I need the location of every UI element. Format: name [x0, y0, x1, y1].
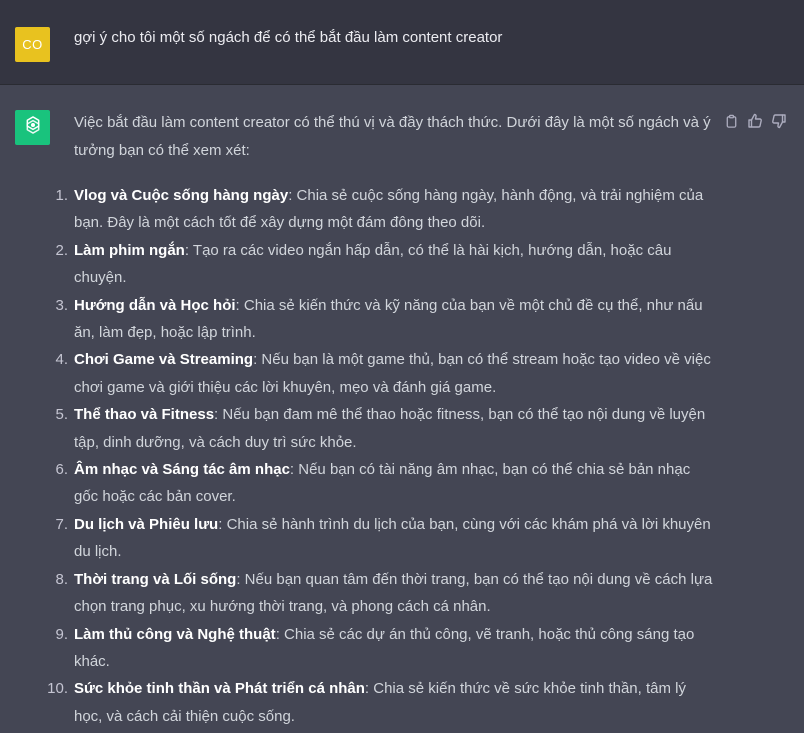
list-item: 2. Làm phim ngắn: Tạo ra các video ngắn h…: [34, 237, 714, 292]
user-avatar: CO: [15, 27, 50, 62]
list-item: 4. Chơi Game và Streaming: Nếu bạn là một…: [34, 346, 714, 401]
list-item-title: Âm nhạc và Sáng tác âm nhạc: [74, 461, 290, 479]
list-item: 9. Làm thủ công và Nghệ thuật: Chia sẻ cá…: [34, 621, 714, 676]
list-item: 7. Du lịch và Phiêu lưu: Chia sẻ hành trì…: [34, 511, 714, 566]
list-item: 3. Hướng dẫn và Học hỏi: Chia sẻ kiến thứ…: [34, 292, 714, 347]
list-item-number: 4.: [55, 351, 68, 369]
assistant-intro-text: Việc bắt đầu làm content creator có thể …: [74, 114, 711, 159]
list-item-title: Làm thủ công và Nghệ thuật: [74, 625, 276, 643]
list-item: 5. Thể thao và Fitness: Nếu bạn đam mê th…: [34, 401, 714, 456]
user-message-text: gợi ý cho tôi một số ngách để có thể bắt…: [74, 29, 503, 46]
list-item: 1. Vlog và Cuộc sống hàng ngày: Chia sẻ c…: [34, 182, 714, 237]
assistant-avatar: [15, 110, 50, 145]
thumbs-up-icon[interactable]: [746, 112, 764, 130]
list-item-title: Làm phim ngắn: [74, 241, 185, 259]
list-item-title: Sức khỏe tinh thần và Phát triển cá nhân: [74, 680, 365, 698]
list-item-number: 6.: [55, 461, 68, 479]
list-item-number: 10.: [47, 680, 68, 698]
thumbs-down-icon[interactable]: [770, 112, 788, 130]
list-item-title: Du lịch và Phiêu lưu: [74, 515, 219, 533]
list-item-title: Thời trang và Lối sống: [74, 570, 237, 588]
copy-icon[interactable]: [722, 112, 740, 130]
list-item: 8. Thời trang và Lối sống: Nếu bạn quan t…: [34, 566, 714, 621]
list-item-number: 7.: [55, 515, 68, 533]
list-item-number: 3.: [55, 296, 68, 314]
message-actions: [722, 112, 788, 130]
list-item: 10. Sức khỏe tinh thần và Phát triển cá n…: [34, 675, 714, 730]
niche-list: 1. Vlog và Cuộc sống hàng ngày: Chia sẻ c…: [34, 182, 714, 730]
list-item-title: Hướng dẫn và Học hỏi: [74, 296, 236, 314]
user-message-row: CO gợi ý cho tôi một số ngách để có thể …: [0, 0, 804, 85]
list-item-title: Vlog và Cuộc sống hàng ngày: [74, 187, 289, 204]
list-item-number: 9.: [55, 625, 68, 643]
list-item-number: 5.: [55, 406, 68, 424]
list-item-number: 2.: [55, 241, 68, 259]
assistant-message-row: Việc bắt đầu làm content creator có thể …: [0, 85, 804, 733]
list-item-number: 1.: [55, 187, 68, 204]
list-item-title: Thể thao và Fitness: [74, 406, 215, 424]
openai-logo-icon: [22, 114, 44, 141]
list-item-title: Chơi Game và Streaming: [74, 351, 254, 369]
list-item-number: 8.: [55, 570, 68, 588]
list-item: 6. Âm nhạc và Sáng tác âm nhạc: Nếu bạn c…: [34, 456, 714, 511]
